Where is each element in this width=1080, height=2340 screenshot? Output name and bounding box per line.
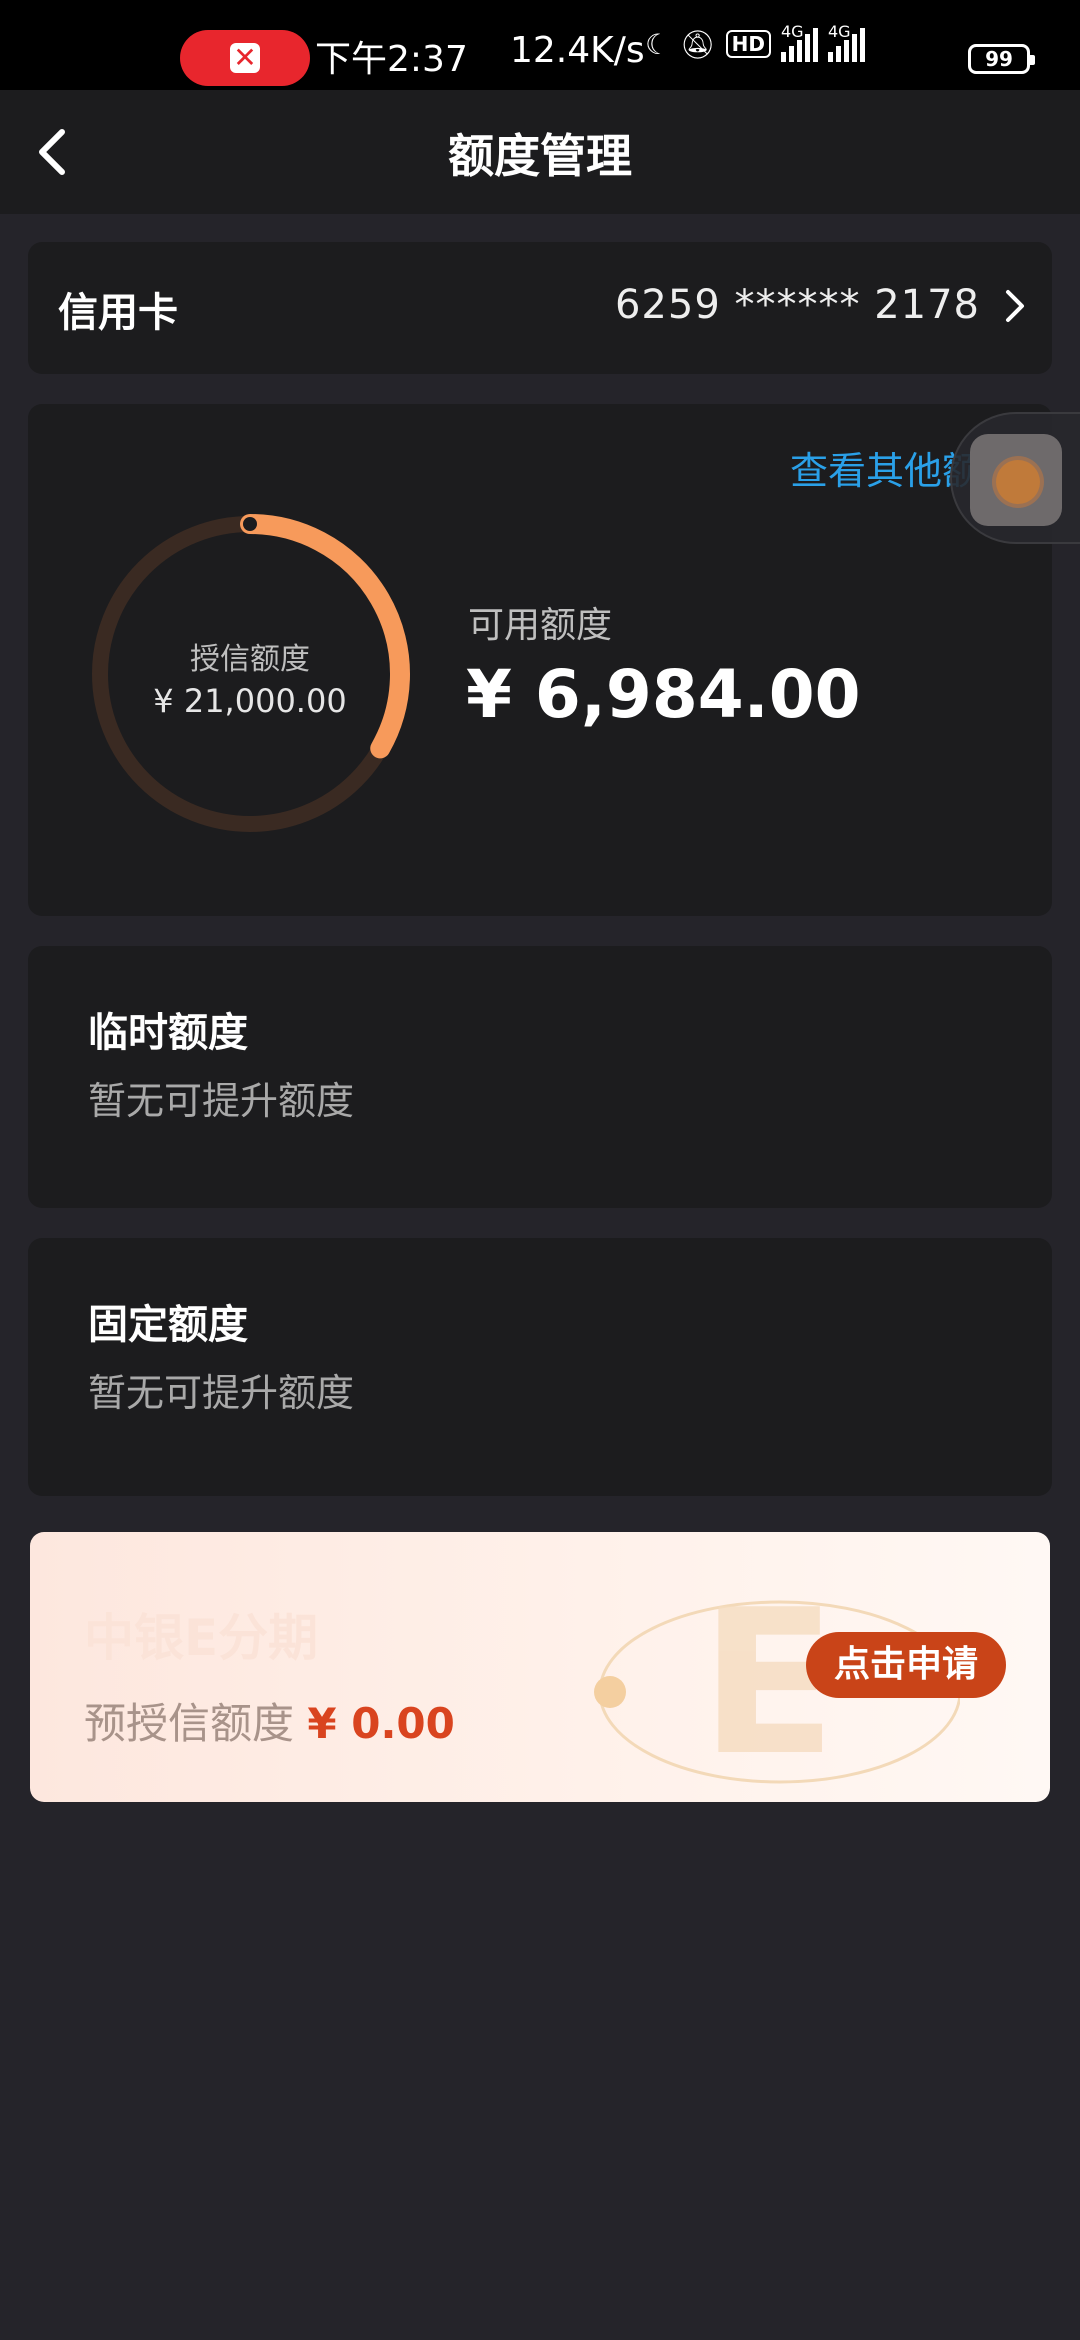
credit-summary-card: 查看其他额度 授信额度 ¥ 21,000.00 可用额度 ¥ 6,984.00 bbox=[28, 404, 1052, 916]
status-icons: ☾ 🔕︎ HD 4G 4G bbox=[645, 22, 865, 62]
credit-card-label: 信用卡 bbox=[58, 290, 178, 336]
card-number: 6259 ****** 2178 bbox=[614, 282, 980, 328]
bell-off-icon: 🔕︎ bbox=[680, 27, 716, 61]
available-credit-label: 可用额度 bbox=[468, 605, 613, 646]
pre-credit-line: 预授信额度 ¥ 0.00 bbox=[84, 1690, 455, 1751]
chevron-right-icon bbox=[1006, 290, 1024, 322]
temporary-limit-status: 暂无可提升额度 bbox=[88, 1079, 355, 1123]
temporary-limit-card[interactable]: 临时额度 暂无可提升额度 bbox=[28, 946, 1052, 1208]
fixed-limit-title: 固定额度 bbox=[88, 1302, 248, 1348]
credit-ring: 授信额度 ¥ 21,000.00 bbox=[80, 504, 420, 844]
hd-icon: HD bbox=[725, 30, 771, 58]
moon-icon: ☾ bbox=[645, 27, 671, 61]
apply-button[interactable]: 点击申请 bbox=[806, 1632, 1006, 1698]
installment-promo-banner[interactable]: E 中银E分期 预授信额度 ¥ 0.00 点击申请 bbox=[30, 1532, 1050, 1802]
total-credit-label: 授信额度 bbox=[190, 642, 310, 677]
floating-assist-button[interactable] bbox=[950, 412, 1080, 544]
signal-icon: 4G bbox=[781, 22, 818, 62]
floating-dot-icon bbox=[996, 460, 1040, 504]
signal-label: 4G bbox=[781, 22, 804, 41]
floating-button-inner bbox=[970, 434, 1062, 526]
promo-title: 中银E分期 bbox=[84, 1609, 319, 1667]
screen-record-indicator[interactable]: ✕ bbox=[180, 30, 310, 86]
fixed-limit-card[interactable]: 固定额度 暂无可提升额度 bbox=[28, 1238, 1052, 1496]
fixed-limit-status: 暂无可提升额度 bbox=[88, 1371, 355, 1415]
battery-icon: 99 bbox=[968, 44, 1035, 74]
close-icon: ✕ bbox=[230, 43, 260, 73]
ring-start-dot bbox=[243, 517, 257, 531]
temporary-limit-title: 临时额度 bbox=[88, 1010, 248, 1056]
credit-card-selector[interactable]: 信用卡 6259 ****** 2178 bbox=[28, 242, 1052, 374]
status-bar: ✕ 下午2:37 12.4K/s ☾ 🔕︎ HD 4G 4G 99 bbox=[0, 0, 1080, 90]
signal-label: 4G bbox=[828, 22, 851, 41]
network-speed: 12.4K/s bbox=[510, 30, 645, 71]
page-title: 额度管理 bbox=[448, 129, 632, 183]
signal-icon: 4G bbox=[828, 22, 865, 62]
pre-credit-amount: ¥ 0.00 bbox=[307, 1699, 455, 1748]
nav-bar: 额度管理 bbox=[0, 90, 1080, 214]
available-credit-amount: ¥ 6,984.00 bbox=[466, 656, 861, 733]
status-time: 下午2:37 bbox=[315, 39, 468, 80]
total-credit-amount: ¥ 21,000.00 bbox=[153, 682, 347, 720]
pre-credit-label: 预授信额度 bbox=[84, 1699, 295, 1748]
